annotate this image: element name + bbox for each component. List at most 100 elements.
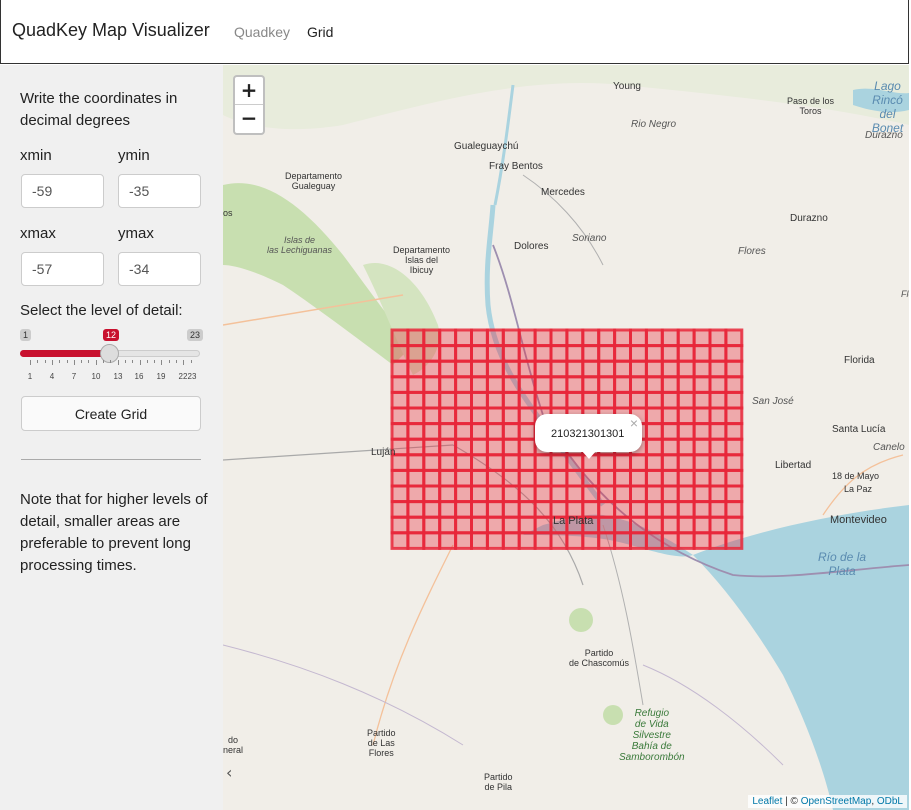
grid-cell[interactable] bbox=[629, 453, 648, 472]
grid-cell[interactable] bbox=[390, 422, 410, 441]
grid-cell[interactable] bbox=[660, 453, 680, 472]
grid-cell[interactable] bbox=[692, 531, 712, 550]
grid-cell[interactable] bbox=[724, 468, 744, 488]
grid-cell[interactable] bbox=[485, 437, 505, 457]
grid-cell[interactable] bbox=[390, 375, 410, 394]
grid-cell[interactable] bbox=[470, 484, 489, 504]
grid-cell[interactable] bbox=[533, 328, 553, 348]
grid-cell[interactable] bbox=[485, 390, 505, 410]
grid-cell[interactable] bbox=[454, 515, 474, 535]
grid-cell[interactable] bbox=[406, 453, 426, 472]
grid-cell[interactable] bbox=[454, 531, 474, 550]
grid-cell[interactable] bbox=[613, 531, 633, 550]
grid-cell[interactable] bbox=[549, 468, 569, 488]
grid-cell[interactable] bbox=[565, 359, 585, 379]
grid-cell[interactable] bbox=[708, 453, 728, 472]
grid-cell[interactable] bbox=[470, 500, 489, 519]
grid-cell[interactable] bbox=[660, 531, 680, 550]
grid-cell[interactable] bbox=[549, 390, 569, 410]
grid-cell[interactable] bbox=[597, 453, 617, 472]
grid-cell[interactable] bbox=[565, 484, 585, 504]
grid-cell[interactable] bbox=[549, 531, 569, 550]
collapse-sidebar-icon[interactable]: ‹ bbox=[226, 763, 232, 782]
grid-cell[interactable] bbox=[613, 468, 633, 488]
grid-cell[interactable] bbox=[501, 515, 521, 535]
grid-cell[interactable] bbox=[406, 500, 426, 519]
leaflet-link[interactable]: Leaflet bbox=[752, 796, 782, 807]
grid-cell[interactable] bbox=[470, 437, 489, 457]
grid-cell[interactable] bbox=[676, 359, 696, 379]
grid-cell[interactable] bbox=[390, 515, 410, 535]
grid-cell[interactable] bbox=[597, 328, 617, 348]
detail-level-slider[interactable]: 1 12 23 1 4 7 10 13 16 19 22 23 bbox=[20, 328, 204, 383]
grid-cell[interactable] bbox=[644, 390, 664, 410]
grid-cell[interactable] bbox=[533, 500, 553, 519]
grid-cell[interactable] bbox=[692, 359, 712, 379]
grid-cell[interactable] bbox=[708, 422, 728, 441]
grid-cell[interactable] bbox=[597, 390, 617, 410]
grid-cell[interactable] bbox=[581, 468, 601, 488]
grid-cell[interactable] bbox=[660, 328, 680, 348]
grid-cell[interactable] bbox=[406, 390, 426, 410]
grid-cell[interactable] bbox=[660, 484, 680, 504]
grid-cell[interactable] bbox=[644, 422, 664, 441]
grid-cell[interactable] bbox=[644, 500, 664, 519]
grid-cell[interactable] bbox=[581, 531, 601, 550]
grid-cell[interactable] bbox=[613, 390, 633, 410]
grid-cell[interactable] bbox=[470, 515, 489, 535]
grid-cell[interactable] bbox=[692, 453, 712, 472]
grid-cell[interactable] bbox=[470, 531, 489, 550]
grid-cell[interactable] bbox=[708, 484, 728, 504]
grid-cell[interactable] bbox=[692, 515, 712, 535]
create-grid-button[interactable]: Create Grid bbox=[21, 396, 201, 431]
grid-cell[interactable] bbox=[629, 390, 648, 410]
grid-cell[interactable] bbox=[724, 515, 744, 535]
grid-cell[interactable] bbox=[485, 344, 505, 363]
grid-cell[interactable] bbox=[422, 359, 442, 379]
grid-cell[interactable] bbox=[692, 328, 712, 348]
grid-cell[interactable] bbox=[676, 453, 696, 472]
grid-cell[interactable] bbox=[501, 531, 521, 550]
grid-cell[interactable] bbox=[676, 375, 696, 394]
odbl-link[interactable]: ODbL bbox=[877, 796, 903, 807]
grid-cell[interactable] bbox=[660, 500, 680, 519]
grid-cell[interactable] bbox=[708, 390, 728, 410]
grid-cell[interactable] bbox=[613, 484, 633, 504]
grid-cell[interactable] bbox=[422, 531, 442, 550]
grid-cell[interactable] bbox=[660, 422, 680, 441]
grid-cell[interactable] bbox=[660, 344, 680, 363]
grid-cell[interactable] bbox=[422, 500, 442, 519]
grid-cell[interactable] bbox=[406, 515, 426, 535]
grid-cell[interactable] bbox=[549, 375, 569, 394]
grid-cell[interactable] bbox=[501, 328, 521, 348]
grid-cell[interactable] bbox=[724, 406, 744, 426]
grid-cell[interactable] bbox=[517, 328, 537, 348]
grid-cell[interactable] bbox=[454, 484, 474, 504]
grid-cell[interactable] bbox=[501, 406, 521, 426]
grid-cell[interactable] bbox=[676, 344, 696, 363]
grid-cell[interactable] bbox=[660, 406, 680, 426]
grid-cell[interactable] bbox=[438, 344, 458, 363]
grid-cell[interactable] bbox=[501, 390, 521, 410]
grid-cell[interactable] bbox=[629, 515, 648, 535]
grid-cell[interactable] bbox=[644, 437, 664, 457]
grid-cell[interactable] bbox=[422, 515, 442, 535]
grid-cell[interactable] bbox=[692, 344, 712, 363]
grid-cell[interactable] bbox=[438, 406, 458, 426]
grid-cell[interactable] bbox=[692, 484, 712, 504]
grid-cell[interactable] bbox=[438, 500, 458, 519]
grid-cell[interactable] bbox=[390, 359, 410, 379]
grid-cell[interactable] bbox=[517, 484, 537, 504]
grid-cell[interactable] bbox=[660, 359, 680, 379]
grid-cell[interactable] bbox=[485, 328, 505, 348]
grid-cell[interactable] bbox=[470, 406, 489, 426]
grid-cell[interactable] bbox=[533, 390, 553, 410]
grid-cell[interactable] bbox=[597, 359, 617, 379]
grid-cell[interactable] bbox=[501, 468, 521, 488]
grid-cell[interactable] bbox=[485, 359, 505, 379]
osm-link[interactable]: OpenStreetMap bbox=[801, 796, 872, 807]
grid-cell[interactable] bbox=[708, 500, 728, 519]
grid-cell[interactable] bbox=[724, 484, 744, 504]
grid-cell[interactable] bbox=[692, 468, 712, 488]
grid-cell[interactable] bbox=[724, 390, 744, 410]
